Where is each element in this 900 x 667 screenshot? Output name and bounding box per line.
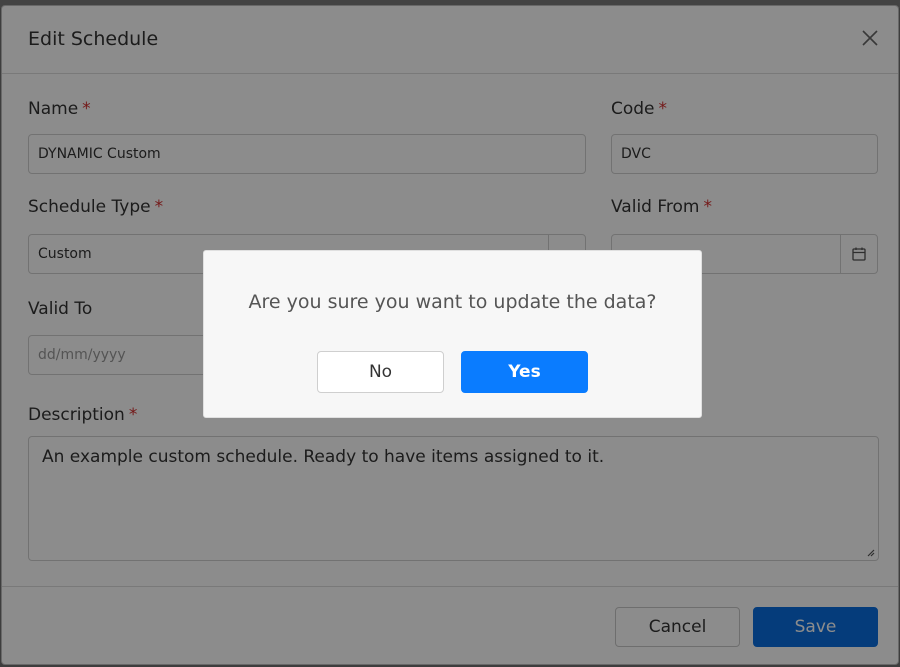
- confirm-dialog: Are you sure you want to update the data…: [203, 250, 702, 418]
- confirm-message: Are you sure you want to update the data…: [248, 291, 657, 313]
- no-button[interactable]: No: [317, 351, 444, 393]
- yes-button[interactable]: Yes: [461, 351, 588, 393]
